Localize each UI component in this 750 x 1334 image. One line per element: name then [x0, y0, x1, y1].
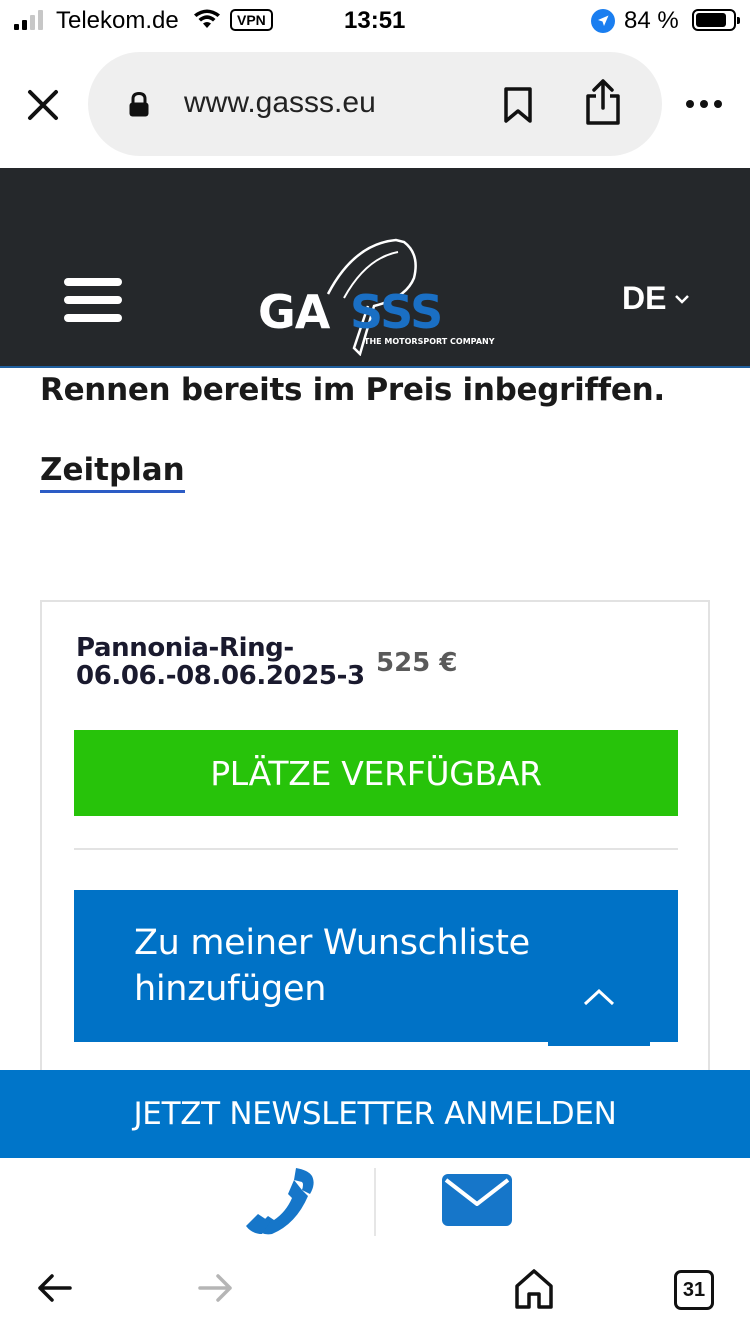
url-text[interactable]: www.gasss.eu [184, 86, 376, 120]
chevron-down-icon [675, 294, 690, 304]
scroll-to-top-button[interactable] [548, 948, 650, 1046]
battery-icon [692, 9, 740, 31]
browser-bar: www.gasss.eu [0, 44, 750, 168]
event-title-line2: 06.06.-08.06.2025-3 [76, 661, 365, 691]
newsletter-signup-button[interactable]: JETZT NEWSLETTER ANMELDEN [0, 1070, 750, 1158]
gasss-logo[interactable]: GA SSS THE MOTORSPORT COMPANY [256, 236, 496, 356]
divider [74, 848, 678, 850]
vpn-badge: VPN [230, 9, 273, 31]
carrier-name: Telekom.de [56, 7, 179, 34]
tabs-icon[interactable]: 31 [674, 1270, 714, 1310]
cellular-signal-icon [14, 10, 43, 30]
description-text: Rennen bereits im Preis inbegriffen. [40, 372, 665, 408]
site-header: GA SSS THE MOTORSPORT COMPANY DE [0, 168, 750, 368]
browser-toolbar: 31 [0, 1250, 750, 1334]
close-icon[interactable] [26, 88, 60, 122]
hamburger-menu-icon[interactable] [64, 278, 122, 322]
language-switcher[interactable]: DE [622, 280, 690, 317]
schedule-link[interactable]: Zeitplan [40, 452, 185, 493]
divider [374, 1168, 376, 1236]
more-icon[interactable] [686, 100, 722, 108]
forward-arrow-icon[interactable] [198, 1272, 234, 1304]
battery-percentage: 84 % [624, 7, 679, 34]
availability-button[interactable]: PLÄTZE VERFÜGBAR [74, 730, 678, 816]
chevron-up-icon [583, 988, 615, 1006]
language-label: DE [622, 280, 667, 316]
lock-icon [129, 92, 149, 117]
phone-icon[interactable] [244, 1166, 316, 1238]
event-price: 525 € [376, 648, 458, 678]
share-icon[interactable] [584, 78, 622, 126]
clock: 13:51 [344, 7, 406, 34]
contact-bar [0, 1158, 750, 1250]
wifi-icon [194, 9, 220, 28]
event-title: Pannonia-Ring- 06.06.-08.06.2025-3 [76, 634, 365, 690]
svg-text:THE MOTORSPORT COMPANY: THE MOTORSPORT COMPANY [364, 337, 495, 346]
event-title-line1: Pannonia-Ring- [76, 633, 294, 663]
svg-text:SSS: SSS [350, 285, 442, 339]
svg-text:GA: GA [258, 285, 331, 339]
home-icon[interactable] [514, 1268, 554, 1310]
address-bar[interactable]: www.gasss.eu [88, 52, 662, 156]
status-bar: Telekom.de VPN 13:51 84 % [0, 0, 750, 44]
mail-icon[interactable] [442, 1174, 512, 1226]
bookmark-icon[interactable] [502, 86, 534, 124]
location-arrow-icon [591, 9, 615, 33]
back-arrow-icon[interactable] [36, 1272, 72, 1304]
